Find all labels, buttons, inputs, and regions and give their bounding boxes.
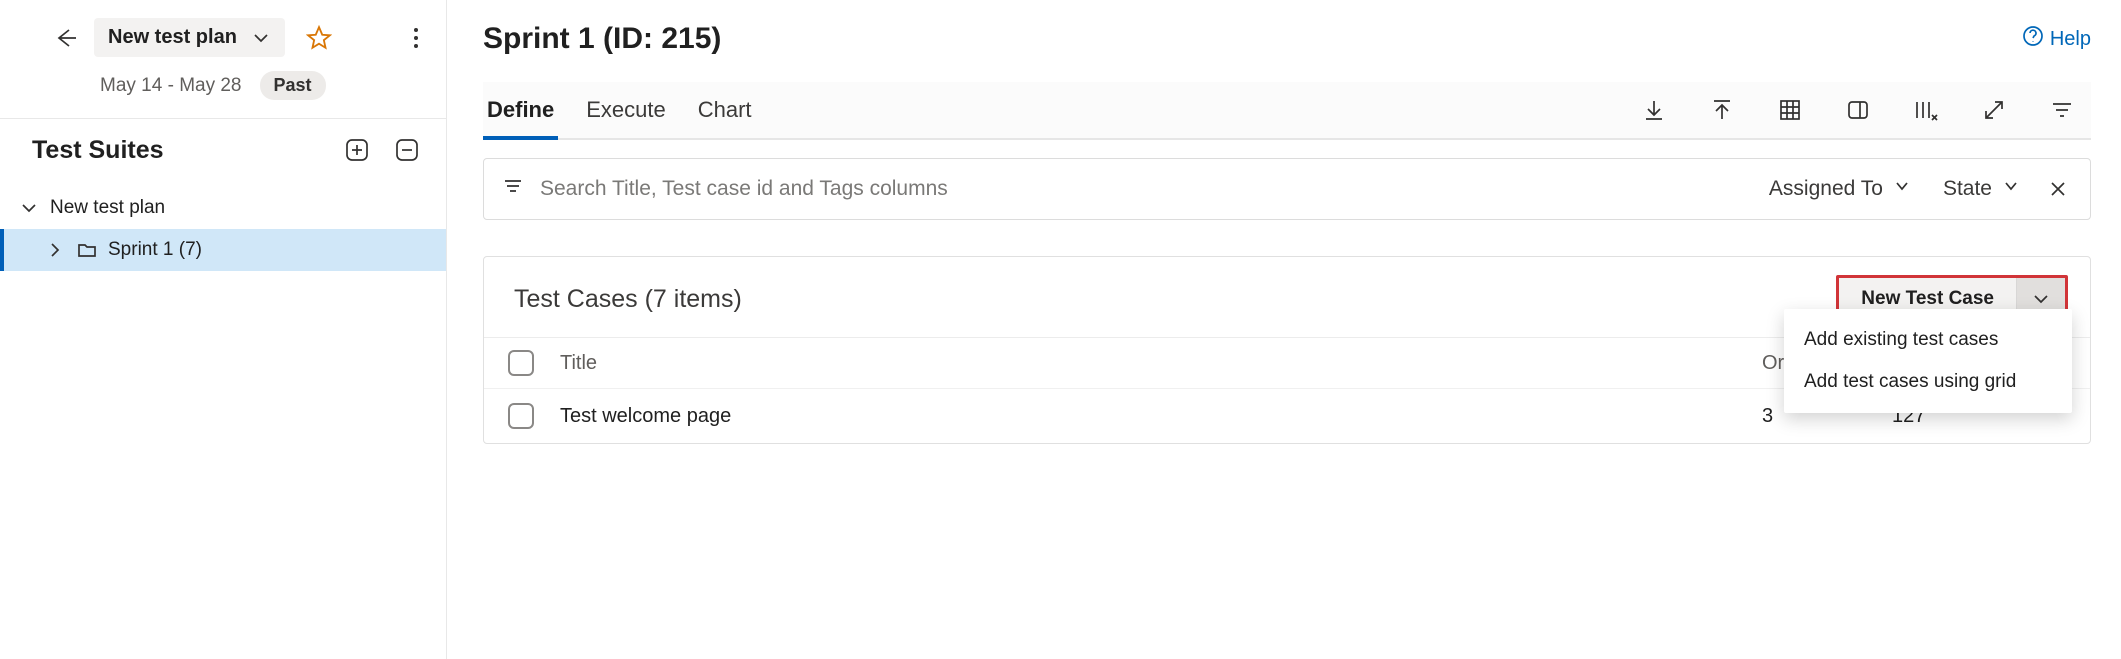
column-picker-icon[interactable] — [1911, 95, 1941, 125]
tab-define[interactable]: Define — [483, 82, 558, 138]
page-title: Sprint 1 (ID: 215) — [483, 22, 2022, 56]
cases-title: Test Cases (7 items) — [514, 285, 1836, 314]
folder-icon — [76, 239, 98, 261]
search-input[interactable] — [540, 177, 1745, 201]
tab-execute[interactable]: Execute — [582, 82, 670, 138]
download-icon[interactable] — [1639, 95, 1669, 125]
upload-icon[interactable] — [1707, 95, 1737, 125]
plan-date-range: May 14 - May 28 — [100, 75, 242, 97]
help-icon — [2022, 25, 2044, 53]
tree-child-item[interactable]: Sprint 1 (7) — [0, 229, 446, 271]
new-test-case-menu: Add existing test cases Add test cases u… — [1784, 309, 2072, 413]
filter-assigned-to[interactable]: Assigned To — [1761, 177, 1919, 201]
chevron-down-icon — [2002, 177, 2020, 201]
tree-root-item[interactable]: New test plan — [0, 187, 446, 229]
search-bar: Assigned To State — [483, 158, 2091, 220]
grid-view-icon[interactable] — [1775, 95, 1805, 125]
sidebar: New test plan May 14 - May 28 Past Test … — [0, 0, 447, 659]
row-checkbox[interactable] — [508, 403, 534, 429]
test-plan-selector[interactable]: New test plan — [94, 18, 285, 57]
main-panel: Sprint 1 (ID: 215) Help Define Execute C… — [447, 0, 2121, 659]
collapse-suite-button[interactable] — [390, 133, 424, 167]
fullscreen-icon[interactable] — [1979, 95, 2009, 125]
tree-child-label: Sprint 1 (7) — [108, 239, 202, 261]
menu-add-existing[interactable]: Add existing test cases — [1784, 319, 2072, 361]
add-suite-button[interactable] — [340, 133, 374, 167]
help-link[interactable]: Help — [2022, 25, 2091, 53]
chevron-right-icon — [44, 239, 66, 261]
filter-state[interactable]: State — [1935, 177, 2028, 201]
tab-chart[interactable]: Chart — [694, 82, 756, 138]
chevron-down-icon — [18, 197, 40, 219]
suites-section-title: Test Suites — [32, 136, 324, 165]
help-label: Help — [2050, 28, 2091, 51]
status-badge: Past — [260, 71, 326, 100]
test-cases-panel: Test Cases (7 items) New Test Case Add e… — [483, 256, 2091, 444]
test-plan-name: New test plan — [108, 26, 237, 49]
filter-icon[interactable] — [2047, 95, 2077, 125]
more-options-button[interactable] — [398, 20, 434, 56]
side-panel-icon[interactable] — [1843, 95, 1873, 125]
menu-add-using-grid[interactable]: Add test cases using grid — [1784, 361, 2072, 403]
chevron-down-icon — [251, 28, 271, 48]
row-title: Test welcome page — [560, 405, 1762, 428]
tree-root-label: New test plan — [50, 197, 165, 219]
clear-filters-button[interactable] — [2044, 175, 2072, 203]
chevron-down-icon — [1893, 177, 1911, 201]
filter-lines-icon — [502, 175, 524, 203]
favorite-button[interactable] — [301, 20, 337, 56]
back-button[interactable] — [48, 20, 84, 56]
suite-tree: New test plan Sprint 1 (7) — [0, 181, 446, 271]
tabs-bar: Define Execute Chart — [483, 82, 2091, 140]
select-all-checkbox[interactable] — [508, 350, 534, 376]
col-title[interactable]: Title — [560, 352, 1762, 375]
